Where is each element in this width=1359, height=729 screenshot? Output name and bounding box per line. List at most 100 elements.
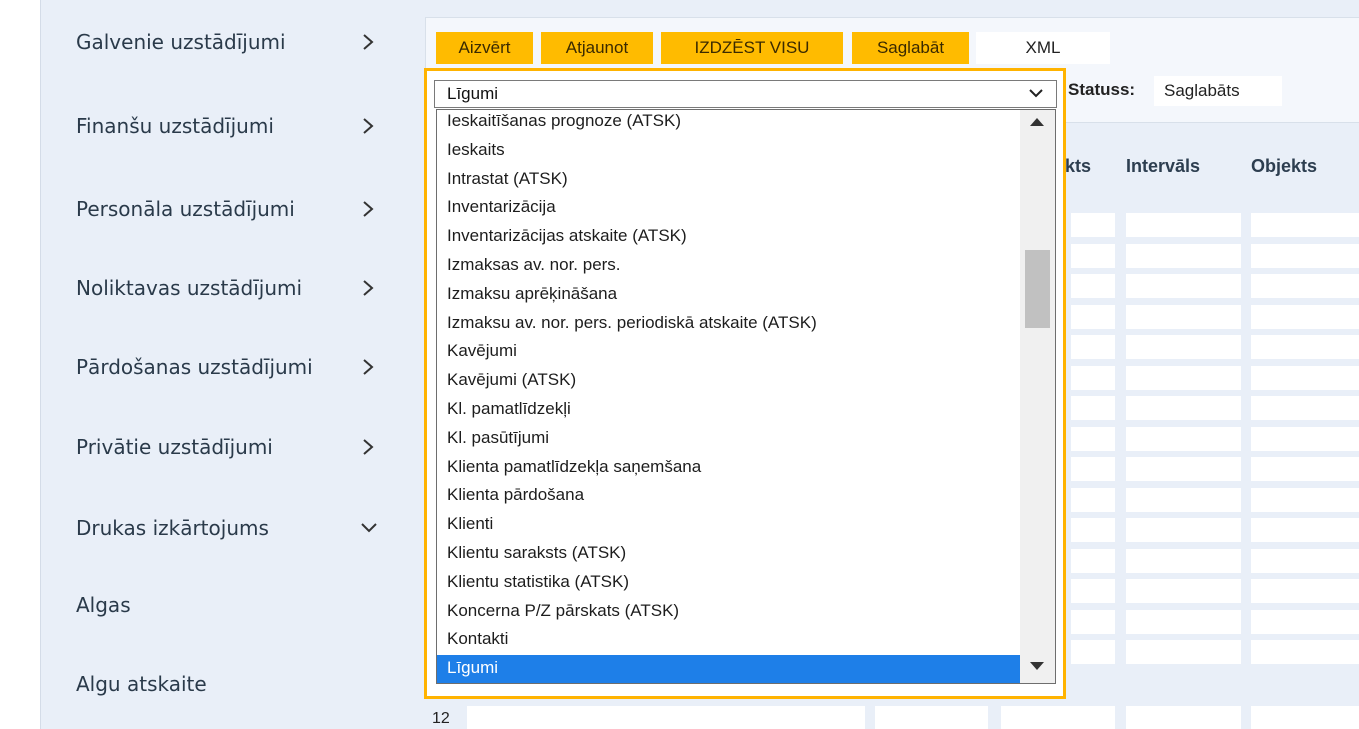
sidebar-item-pardosanas[interactable]: Pārdošanas uzstādījumi xyxy=(41,347,410,387)
table-cell[interactable] xyxy=(1071,396,1115,420)
column-header-partial: kts xyxy=(1065,156,1092,176)
table-cell[interactable] xyxy=(1126,396,1241,420)
table-cell[interactable] xyxy=(1071,640,1115,664)
dropdown-option[interactable]: Intrastat (ATSK) xyxy=(437,166,1020,194)
table-cell[interactable] xyxy=(1001,706,1115,729)
dropdown-option[interactable]: Kavējumi (ATSK) xyxy=(437,367,1020,395)
table-cell[interactable] xyxy=(1071,274,1115,298)
table-cell[interactable] xyxy=(875,706,988,729)
dropdown-option[interactable]: Klientu statistika (ATSK) xyxy=(437,569,1020,597)
table-cell[interactable] xyxy=(1126,304,1241,329)
dropdown-option[interactable]: Kavējumi xyxy=(437,338,1020,366)
table-cell[interactable] xyxy=(1126,706,1241,729)
sidebar-item-galvenie[interactable]: Galvenie uzstādījumi xyxy=(41,22,410,62)
dropdown-option-label: Klientu saraksts (ATSK) xyxy=(447,543,627,562)
sidebar-item-privatie[interactable]: Privātie uzstādījumi xyxy=(41,427,410,467)
table-cell[interactable] xyxy=(1126,426,1241,451)
table-cell[interactable] xyxy=(467,706,865,729)
table-cell[interactable] xyxy=(1126,365,1241,390)
table-cell[interactable] xyxy=(1071,243,1115,268)
table-cell[interactable] xyxy=(1251,243,1359,268)
dropdown-option[interactable]: Inventarizācija xyxy=(437,194,1020,222)
table-cell[interactable] xyxy=(1126,335,1241,359)
table-cell[interactable] xyxy=(1071,304,1115,329)
dropdown-option[interactable]: Klienti xyxy=(437,511,1020,539)
document-type-select[interactable] xyxy=(434,80,1057,108)
refresh-button[interactable]: Atjaunot xyxy=(541,32,653,64)
dropdown-option[interactable]: Līgumi xyxy=(437,655,1020,683)
sidebar-item-algas[interactable]: Algas xyxy=(41,585,410,625)
table-cell[interactable] xyxy=(1251,213,1359,237)
sidebar-item-drukas[interactable]: Drukas izkārtojums xyxy=(41,508,410,548)
table-cell[interactable] xyxy=(1251,609,1359,634)
table-cell[interactable] xyxy=(1251,335,1359,359)
table-cell[interactable] xyxy=(1071,579,1115,603)
table-cell[interactable] xyxy=(1071,609,1115,634)
dropdown-option[interactable]: Izmaksas av. nor. pers. xyxy=(437,252,1020,280)
table-cell[interactable] xyxy=(1126,548,1241,573)
table-cell[interactable] xyxy=(1251,518,1359,542)
table-cell[interactable] xyxy=(1126,579,1241,603)
table-cell[interactable] xyxy=(1071,426,1115,451)
dropdown-option[interactable]: Kontakti xyxy=(437,626,1020,654)
sidebar-item-finansu[interactable]: Finanšu uzstādījumi xyxy=(41,106,410,146)
scroll-up-icon[interactable] xyxy=(1030,118,1044,126)
sidebar-item-personala[interactable]: Personāla uzstādījumi xyxy=(41,189,410,229)
dropdown-option-label: Ieskaits xyxy=(447,139,505,159)
chevron-right-icon xyxy=(363,34,374,50)
table-cell[interactable] xyxy=(1071,457,1115,481)
scrollbar-thumb[interactable] xyxy=(1025,250,1050,328)
table-cell[interactable] xyxy=(1251,548,1359,573)
dropdown-option-label: Koncerna P/Z pārskats (ATSK) xyxy=(447,600,680,620)
delete-all-button[interactable]: IZDZĒST VISU xyxy=(661,32,843,64)
dropdown-option[interactable]: Inventarizācijas atskaite (ATSK) xyxy=(437,223,1020,251)
dropdown-option[interactable]: Koncerna P/Z pārskats (ATSK) xyxy=(437,598,1020,626)
dropdown-option[interactable]: Klienta pamatlīdzekļa saņemšana xyxy=(437,454,1020,482)
chevron-down-icon[interactable] xyxy=(1028,85,1044,101)
table-cell[interactable] xyxy=(1251,457,1359,481)
table-cell[interactable] xyxy=(1126,213,1241,237)
sidebar-item-label: Privātie uzstādījumi xyxy=(76,435,273,459)
dropdown-option-label: Līgumi xyxy=(447,658,499,678)
table-cell[interactable] xyxy=(1251,579,1359,603)
dropdown-option[interactable]: Izmaksu aprēķināšana xyxy=(437,281,1020,309)
table-cell[interactable] xyxy=(1071,548,1115,573)
table-cell[interactable] xyxy=(1126,457,1241,481)
sidebar-item-noliktavas[interactable]: Noliktavas uzstādījumi xyxy=(41,268,410,308)
scrollbar[interactable] xyxy=(1020,110,1055,683)
table-cell[interactable] xyxy=(1126,487,1241,512)
status-value: Saglabāts xyxy=(1154,76,1282,106)
table-cell[interactable] xyxy=(1071,365,1115,390)
table-cell[interactable] xyxy=(1251,396,1359,420)
sidebar-item-algu-atskaite[interactable]: Algu atskaite xyxy=(41,664,410,704)
table-cell[interactable] xyxy=(1251,304,1359,329)
table-cell[interactable] xyxy=(1126,640,1241,664)
xml-button[interactable]: XML xyxy=(976,32,1110,64)
table-cell[interactable] xyxy=(1126,243,1241,268)
table-cell[interactable] xyxy=(1251,365,1359,390)
close-button[interactable]: Aizvērt xyxy=(436,32,533,64)
dropdown-option[interactable]: Klienta pārdošana xyxy=(437,482,1020,510)
table-cell[interactable] xyxy=(1071,335,1115,359)
dropdown-option[interactable]: Izmaksu av. nor. pers. periodiskā atskai… xyxy=(437,310,1020,338)
table-cell[interactable] xyxy=(1126,274,1241,298)
dropdown-list[interactable]: Ieskaitīšanas prognoze (ATSK) Ieskaits Int… xyxy=(436,109,1056,684)
table-cell[interactable] xyxy=(1126,609,1241,634)
dropdown-option[interactable]: Ieskaits xyxy=(437,137,1020,165)
dropdown-option[interactable]: Ieskaitīšanas prognoze (ATSK) xyxy=(437,110,1020,136)
save-button[interactable]: Saglabāt xyxy=(852,32,969,64)
table-cell[interactable] xyxy=(1251,640,1359,664)
table-cell[interactable] xyxy=(1251,426,1359,451)
scroll-down-icon[interactable] xyxy=(1030,662,1044,670)
table-cell[interactable] xyxy=(1251,274,1359,298)
dropdown-option[interactable]: Klientu saraksts (ATSK) xyxy=(437,540,1020,568)
table-cell[interactable] xyxy=(1071,213,1115,237)
dropdown-option-label: Kl. pasūtījumi xyxy=(447,427,550,447)
dropdown-option[interactable]: Kl. pamatlīdzekļi xyxy=(437,396,1020,424)
table-cell[interactable] xyxy=(1126,518,1241,542)
table-cell[interactable] xyxy=(1251,487,1359,512)
table-cell[interactable] xyxy=(1071,487,1115,512)
table-cell[interactable] xyxy=(1251,706,1359,729)
dropdown-option[interactable]: Kl. pasūtījumi xyxy=(437,425,1020,453)
table-cell[interactable] xyxy=(1071,518,1115,542)
